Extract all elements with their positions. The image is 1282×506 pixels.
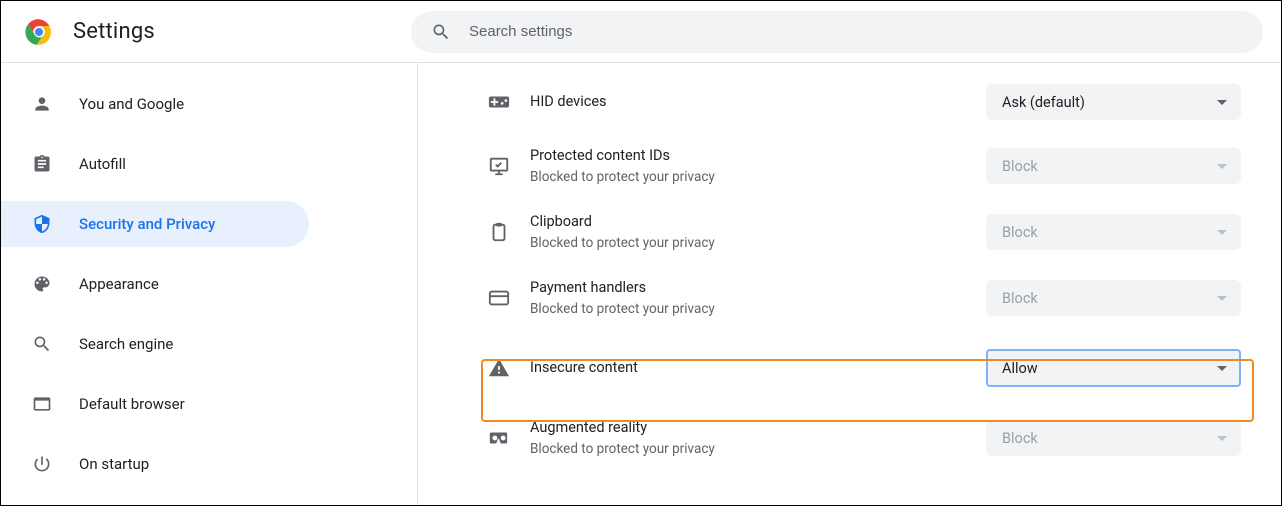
sidebar-item-appearance[interactable]: Appearance xyxy=(1,261,309,307)
permission-select-clipboard[interactable]: Block xyxy=(986,214,1241,250)
chevron-down-icon xyxy=(1217,164,1227,169)
permission-title: Payment handlers xyxy=(530,278,986,298)
sidebar-item-label: Security and Privacy xyxy=(79,215,215,233)
clipboard-icon xyxy=(31,153,53,175)
permission-value: Block xyxy=(1002,158,1038,175)
page-title: Settings xyxy=(73,19,155,44)
search-icon xyxy=(431,22,451,42)
permission-row-insecure-content: Insecure content Allow xyxy=(418,331,1281,405)
permission-title: Augmented reality xyxy=(530,418,986,438)
vr-icon xyxy=(488,427,510,449)
chevron-down-icon xyxy=(1217,366,1227,371)
warning-icon xyxy=(488,357,510,379)
permission-row-augmented-reality: Augmented reality Blocked to protect you… xyxy=(418,405,1281,471)
gamepad-icon xyxy=(488,91,510,113)
chevron-down-icon xyxy=(1217,100,1227,105)
search-input[interactable] xyxy=(469,23,1243,40)
permission-select-insecure[interactable]: Allow xyxy=(986,349,1241,387)
person-icon xyxy=(31,93,53,115)
chrome-logo-icon xyxy=(25,18,53,46)
header: Settings xyxy=(1,1,1281,63)
browser-icon xyxy=(31,393,53,415)
permission-select-payment[interactable]: Block xyxy=(986,280,1241,316)
main-content: HID devices Ask (default) Protected cont… xyxy=(418,63,1281,505)
sidebar-item-you-and-google[interactable]: You and Google xyxy=(1,81,309,127)
sidebar-item-security-privacy[interactable]: Security and Privacy xyxy=(1,201,309,247)
monitor-check-icon xyxy=(488,155,510,177)
chevron-down-icon xyxy=(1217,230,1227,235)
sidebar-item-label: Default browser xyxy=(79,395,185,413)
power-icon xyxy=(31,453,53,475)
permission-title: Clipboard xyxy=(530,212,986,232)
permission-value: Ask (default) xyxy=(1002,94,1085,111)
permission-value: Block xyxy=(1002,224,1038,241)
sidebar-item-autofill[interactable]: Autofill xyxy=(1,141,309,187)
permission-subtitle: Blocked to protect your privacy xyxy=(530,234,986,252)
shield-icon xyxy=(31,213,53,235)
permission-row-clipboard: Clipboard Blocked to protect your privac… xyxy=(418,199,1281,265)
permission-title: Insecure content xyxy=(530,358,986,378)
sidebar-item-label: You and Google xyxy=(79,95,184,113)
palette-icon xyxy=(31,273,53,295)
sidebar-item-default-browser[interactable]: Default browser xyxy=(1,381,309,427)
search-box[interactable] xyxy=(411,11,1263,53)
sidebar-item-on-startup[interactable]: On startup xyxy=(1,441,309,487)
permission-select-protected[interactable]: Block xyxy=(986,148,1241,184)
permission-subtitle: Blocked to protect your privacy xyxy=(530,168,986,186)
sidebar-item-label: Appearance xyxy=(79,275,159,293)
permission-row-payment-handlers: Payment handlers Blocked to protect your… xyxy=(418,265,1281,331)
permission-subtitle: Blocked to protect your privacy xyxy=(530,440,986,458)
clipboard-icon xyxy=(488,221,510,243)
permission-row-protected-content: Protected content IDs Blocked to protect… xyxy=(418,133,1281,199)
chevron-down-icon xyxy=(1217,436,1227,441)
sidebar-item-search-engine[interactable]: Search engine xyxy=(1,321,309,367)
sidebar-item-label: Autofill xyxy=(79,155,126,173)
permission-select-hid[interactable]: Ask (default) xyxy=(986,84,1241,120)
permission-value: Block xyxy=(1002,430,1038,447)
permission-value: Allow xyxy=(1002,360,1038,377)
permission-title: Protected content IDs xyxy=(530,146,986,166)
permission-title: HID devices xyxy=(530,92,986,112)
search-icon xyxy=(31,333,53,355)
permission-select-ar[interactable]: Block xyxy=(986,420,1241,456)
credit-card-icon xyxy=(488,287,510,309)
permission-subtitle: Blocked to protect your privacy xyxy=(530,300,986,318)
chevron-down-icon xyxy=(1217,296,1227,301)
permission-row-hid-devices: HID devices Ask (default) xyxy=(418,71,1281,133)
permission-value: Block xyxy=(1002,290,1038,307)
sidebar: You and Google Autofill Security and Pri… xyxy=(1,63,309,505)
sidebar-item-label: Search engine xyxy=(79,335,173,353)
sidebar-item-label: On startup xyxy=(79,455,149,473)
